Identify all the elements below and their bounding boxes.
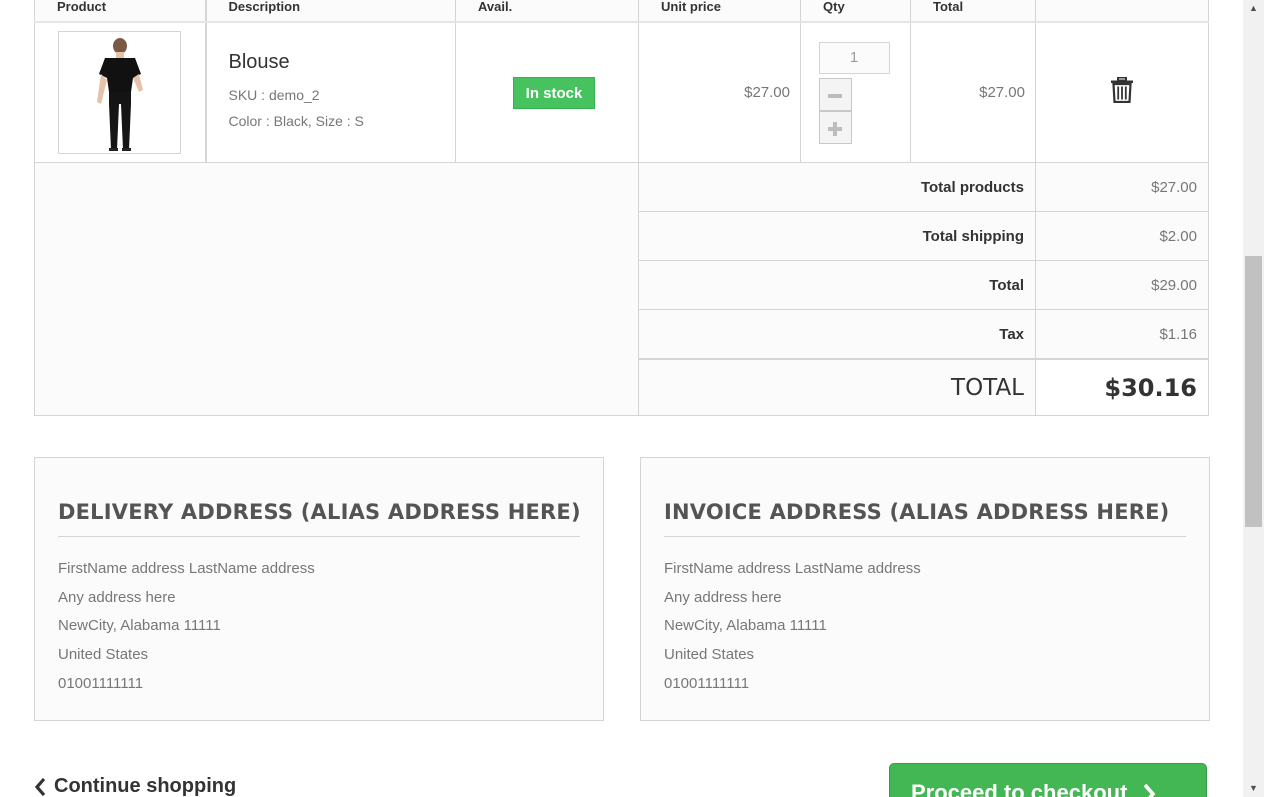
delivery-address-lines: FirstName address LastName address Any a… (58, 555, 580, 699)
plus-icon (828, 121, 842, 136)
invoice-address-box: INVOICE ADDRESS (ALIAS ADDRESS HERE) Fir… (640, 457, 1210, 721)
qty-decrease-button[interactable] (818, 77, 852, 111)
product-name-link[interactable]: Blouse (229, 51, 456, 74)
minus-icon (828, 93, 842, 98)
qty-increase-button[interactable] (818, 110, 852, 144)
total-label: Total (638, 260, 1036, 310)
address-phone: 01001111111 (664, 674, 750, 692)
address-phone: 01001111111 (58, 674, 144, 692)
header-unit-price: Unit price (638, 0, 801, 23)
line-total-cell: $27.00 (910, 21, 1036, 163)
invoice-address-title: INVOICE ADDRESS (ALIAS ADDRESS HERE) (664, 500, 1186, 537)
cart-table: Product Description Avail. Unit price Qt… (34, 0, 1209, 416)
qty-cell: 1 (800, 21, 911, 163)
header-product: Product (34, 0, 207, 23)
tax-label: Tax (638, 309, 1036, 360)
grand-total-value: $30.16 (1035, 358, 1209, 416)
total-products-label: Total products (638, 162, 1036, 212)
checkout-label: Proceed to checkout (911, 780, 1128, 797)
delivery-address-box: DELIVERY ADDRESS (ALIAS ADDRESS HERE) Fi… (34, 457, 604, 721)
delete-cell (1035, 21, 1209, 163)
continue-shopping-link[interactable]: Continue shopping (34, 775, 236, 797)
table-row: Blouse SKU : demo_2 Color : Black, Size … (34, 21, 1209, 163)
vertical-scrollbar[interactable]: ▲ ▼ (1243, 0, 1264, 797)
trash-icon (1111, 76, 1133, 104)
totals-spacer (34, 162, 639, 416)
qty-input[interactable]: 1 (818, 41, 890, 74)
delete-item-button[interactable] (1111, 76, 1133, 108)
in-stock-badge: In stock (512, 76, 596, 109)
total-shipping-value: $2.00 (1035, 211, 1209, 261)
delivery-address-title: DELIVERY ADDRESS (ALIAS ADDRESS HERE) (58, 500, 581, 537)
proceed-to-checkout-button[interactable]: Proceed to checkout (889, 763, 1207, 797)
header-total: Total (910, 0, 1036, 23)
header-availability: Avail. (455, 0, 639, 23)
blouse-product-image (97, 38, 144, 151)
scroll-down-arrow-icon[interactable]: ▼ (1243, 780, 1264, 797)
product-image-cell (34, 21, 207, 163)
header-qty: Qty (800, 0, 911, 23)
address-line: NewCity, Alabama 11111 (664, 617, 827, 635)
address-line: FirstName address LastName address (58, 560, 315, 577)
address-line: Any address here (664, 588, 782, 606)
grand-total-label: TOTAL (638, 358, 1036, 416)
total-products-value: $27.00 (1035, 162, 1209, 212)
address-line: Any address here (58, 588, 176, 606)
total-shipping-label: Total shipping (638, 211, 1036, 261)
product-sku: SKU : demo_2 (228, 87, 320, 103)
availability-cell: In stock (455, 21, 639, 163)
tax-value: $1.16 (1035, 309, 1209, 360)
quantity-stepper: 1 (818, 41, 890, 144)
totals-row-products: Total products $27.00 (34, 162, 1209, 416)
product-description-cell: Blouse SKU : demo_2 Color : Black, Size … (205, 21, 456, 163)
cart-table-header: Product Description Avail. Unit price Qt… (34, 0, 1209, 23)
unit-price-cell: $27.00 (638, 21, 801, 163)
total-value: $29.00 (1035, 260, 1209, 310)
product-attributes-link[interactable]: Color : Black, Size : S (229, 108, 456, 134)
chevron-right-icon (1143, 784, 1155, 797)
product-image[interactable] (58, 31, 182, 154)
address-line: NewCity, Alabama 11111 (58, 617, 221, 635)
header-actions (1035, 0, 1209, 23)
scroll-up-arrow-icon[interactable]: ▲ (1243, 0, 1264, 17)
address-line: FirstName address LastName address (664, 560, 921, 577)
scrollbar-thumb[interactable] (1245, 256, 1262, 527)
address-line: United States (664, 646, 755, 664)
continue-shopping-label: Continue shopping (54, 775, 237, 797)
invoice-address-lines: FirstName address LastName address Any a… (664, 555, 1186, 699)
address-line: United States (58, 646, 149, 664)
header-description: Description (205, 0, 456, 23)
shopping-cart-page: Product Description Avail. Unit price Qt… (0, 0, 1243, 797)
chevron-left-icon (34, 777, 46, 796)
